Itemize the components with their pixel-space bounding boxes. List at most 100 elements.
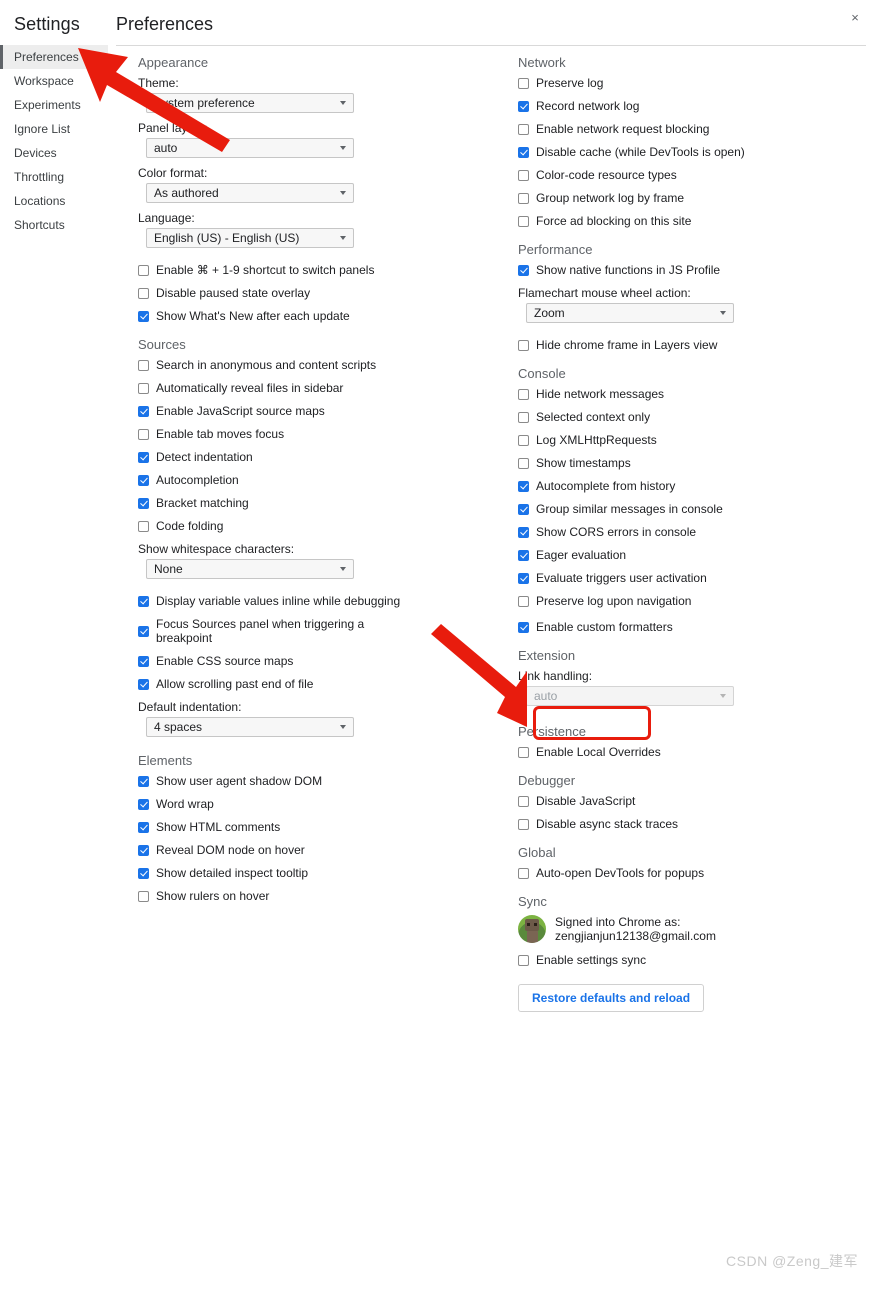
checkbox-row[interactable]: Autocompletion: [138, 473, 490, 487]
checkbox-row[interactable]: Enable ⌘ + 1-9 shortcut to switch panels: [138, 263, 490, 277]
restore-defaults-button[interactable]: Restore defaults and reload: [518, 984, 705, 1012]
checkbox-row[interactable]: Disable async stack traces: [518, 817, 870, 831]
checkbox-row[interactable]: Show HTML comments: [138, 820, 490, 834]
checkbox-row[interactable]: Group similar messages in console: [518, 502, 870, 516]
checkbox-checked-icon[interactable]: [518, 549, 529, 561]
checkbox-unchecked-icon[interactable]: [518, 457, 529, 469]
checkbox-row[interactable]: Force ad blocking on this site: [518, 214, 870, 228]
checkbox-row[interactable]: Hide chrome frame in Layers view: [518, 338, 870, 352]
checkbox-row[interactable]: Disable JavaScript: [518, 794, 870, 808]
checkbox-row[interactable]: Show native functions in JS Profile: [518, 263, 870, 277]
checkbox-unchecked-icon[interactable]: [518, 77, 529, 89]
checkbox-row[interactable]: Enable CSS source maps: [138, 654, 490, 668]
checkbox-row[interactable]: Enable network request blocking: [518, 122, 870, 136]
checkbox-unchecked-icon[interactable]: [518, 169, 529, 181]
language-select[interactable]: English (US) - English (US): [146, 228, 354, 248]
checkbox-checked-icon[interactable]: [138, 844, 149, 856]
checkbox-row[interactable]: Word wrap: [138, 797, 490, 811]
checkbox-unchecked-icon[interactable]: [518, 123, 529, 135]
flamechart-select[interactable]: Zoom: [526, 303, 734, 323]
checkbox-row[interactable]: Color-code resource types: [518, 168, 870, 182]
checkbox-row[interactable]: Record network log: [518, 99, 870, 113]
checkbox-unchecked-icon[interactable]: [518, 954, 529, 966]
checkbox-unchecked-icon[interactable]: [518, 746, 529, 758]
sidebar-item-experiments[interactable]: Experiments: [0, 93, 108, 117]
checkbox-checked-icon[interactable]: [138, 405, 149, 417]
checkbox-unchecked-icon[interactable]: [138, 264, 149, 276]
sidebar-item-devices[interactable]: Devices: [0, 141, 108, 165]
sidebar-item-workspace[interactable]: Workspace: [0, 69, 108, 93]
checkbox-row[interactable]: Group network log by frame: [518, 191, 870, 205]
checkbox-unchecked-icon[interactable]: [518, 192, 529, 204]
sidebar-item-shortcuts[interactable]: Shortcuts: [0, 213, 108, 237]
sidebar-item-throttling[interactable]: Throttling: [0, 165, 108, 189]
checkbox-row[interactable]: Disable cache (while DevTools is open): [518, 145, 870, 159]
checkbox-checked-icon[interactable]: [518, 480, 529, 492]
checkbox-row[interactable]: Enable JavaScript source maps: [138, 404, 490, 418]
checkbox-checked-icon[interactable]: [518, 621, 529, 633]
checkbox-row[interactable]: Autocomplete from history: [518, 479, 870, 493]
checkbox-checked-icon[interactable]: [138, 310, 149, 322]
checkbox-checked-icon[interactable]: [518, 146, 529, 158]
checkbox-unchecked-icon[interactable]: [138, 520, 149, 532]
checkbox-row[interactable]: Show detailed inspect tooltip: [138, 866, 490, 880]
sidebar-item-preferences[interactable]: Preferences: [0, 45, 108, 69]
theme-select[interactable]: System preference: [146, 93, 354, 113]
checkbox-row[interactable]: Selected context only: [518, 410, 870, 424]
checkbox-checked-icon[interactable]: [138, 655, 149, 667]
checkbox-row[interactable]: Preserve log: [518, 76, 870, 90]
checkbox-checked-icon[interactable]: [138, 474, 149, 486]
checkbox-unchecked-icon[interactable]: [518, 795, 529, 807]
checkbox-unchecked-icon[interactable]: [518, 434, 529, 446]
checkbox-row[interactable]: Enable tab moves focus: [138, 427, 490, 441]
checkbox-checked-icon[interactable]: [138, 595, 149, 607]
sidebar-item-ignore-list[interactable]: Ignore List: [0, 117, 108, 141]
checkbox-row[interactable]: Code folding: [138, 519, 490, 533]
checkbox-checked-icon[interactable]: [138, 798, 149, 810]
checkbox-checked-icon[interactable]: [138, 867, 149, 879]
panel-layout-select[interactable]: auto: [146, 138, 354, 158]
checkbox-row[interactable]: Log XMLHttpRequests: [518, 433, 870, 447]
checkbox-checked-icon[interactable]: [518, 100, 529, 112]
checkbox-unchecked-icon[interactable]: [138, 287, 149, 299]
checkbox-unchecked-icon[interactable]: [138, 428, 149, 440]
checkbox-row[interactable]: Focus Sources panel when triggering a br…: [138, 617, 490, 645]
checkbox-unchecked-icon[interactable]: [518, 215, 529, 227]
checkbox-row[interactable]: Search in anonymous and content scripts: [138, 358, 490, 372]
checkbox-row[interactable]: Bracket matching: [138, 496, 490, 510]
checkbox-row[interactable]: Auto-open DevTools for popups: [518, 866, 870, 880]
checkbox-row[interactable]: Reveal DOM node on hover: [138, 843, 490, 857]
checkbox-row[interactable]: Show user agent shadow DOM: [138, 774, 490, 788]
checkbox-checked-icon[interactable]: [518, 503, 529, 515]
checkbox-row[interactable]: Automatically reveal files in sidebar: [138, 381, 490, 395]
checkbox-row[interactable]: Show rulers on hover: [138, 889, 490, 903]
checkbox-unchecked-icon[interactable]: [138, 382, 149, 394]
checkbox-row[interactable]: Disable paused state overlay: [138, 286, 490, 300]
checkbox-row[interactable]: Hide network messages: [518, 387, 870, 401]
checkbox-row[interactable]: Show What's New after each update: [138, 309, 490, 323]
checkbox-unchecked-icon[interactable]: [138, 890, 149, 902]
checkbox-checked-icon[interactable]: [518, 526, 529, 538]
checkbox-row[interactable]: Detect indentation: [138, 450, 490, 464]
checkbox-unchecked-icon[interactable]: [518, 595, 529, 607]
checkbox-unchecked-icon[interactable]: [518, 411, 529, 423]
checkbox-row-enable-custom-formatters[interactable]: Enable custom formatters: [518, 620, 870, 634]
checkbox-checked-icon[interactable]: [138, 625, 149, 637]
color-format-select[interactable]: As authored: [146, 183, 354, 203]
checkbox-row[interactable]: Enable settings sync: [518, 953, 870, 967]
checkbox-row[interactable]: Preserve log upon navigation: [518, 594, 870, 608]
checkbox-row[interactable]: Show timestamps: [518, 456, 870, 470]
checkbox-row[interactable]: Enable Local Overrides: [518, 745, 870, 759]
checkbox-checked-icon[interactable]: [138, 451, 149, 463]
checkbox-unchecked-icon[interactable]: [518, 867, 529, 879]
default-indentation-select[interactable]: 4 spaces: [146, 717, 354, 737]
checkbox-row[interactable]: Allow scrolling past end of file: [138, 677, 490, 691]
checkbox-row[interactable]: Evaluate triggers user activation: [518, 571, 870, 585]
checkbox-unchecked-icon[interactable]: [518, 388, 529, 400]
checkbox-row[interactable]: Eager evaluation: [518, 548, 870, 562]
checkbox-checked-icon[interactable]: [518, 264, 529, 276]
checkbox-row[interactable]: Show CORS errors in console: [518, 525, 870, 539]
checkbox-unchecked-icon[interactable]: [138, 359, 149, 371]
checkbox-unchecked-icon[interactable]: [518, 339, 529, 351]
checkbox-checked-icon[interactable]: [138, 775, 149, 787]
